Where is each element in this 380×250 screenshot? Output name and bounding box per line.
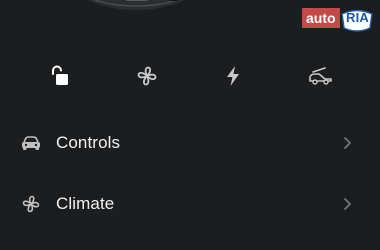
charge-button[interactable] bbox=[215, 58, 251, 94]
frunk-button[interactable] bbox=[302, 58, 338, 94]
watermark-logo: auto RIA bbox=[302, 8, 374, 32]
app-screen: auto RIA Controls Climate bbox=[0, 0, 380, 250]
watermark-auto: auto bbox=[302, 8, 340, 28]
bolt-icon bbox=[227, 66, 239, 86]
menu-item-climate[interactable]: Climate bbox=[0, 184, 380, 224]
frunk-icon bbox=[309, 67, 332, 85]
unlock-button[interactable] bbox=[42, 58, 78, 94]
chevron-right-icon bbox=[344, 137, 351, 149]
menu-item-controls[interactable]: Controls bbox=[0, 123, 380, 163]
fan-icon bbox=[22, 195, 40, 213]
car-icon bbox=[22, 136, 40, 150]
menu-item-label: Controls bbox=[56, 133, 121, 152]
watermark-ria: RIA bbox=[340, 8, 374, 32]
menu-item-label: Climate bbox=[56, 194, 115, 213]
chevron-right-icon bbox=[344, 198, 351, 210]
fan-button[interactable] bbox=[129, 58, 165, 94]
fan-icon bbox=[137, 66, 157, 86]
watermark-ria-text: RIA bbox=[346, 10, 369, 25]
unlock-icon bbox=[52, 65, 68, 85]
car-image bbox=[88, 0, 185, 10]
quick-controls bbox=[0, 58, 380, 94]
